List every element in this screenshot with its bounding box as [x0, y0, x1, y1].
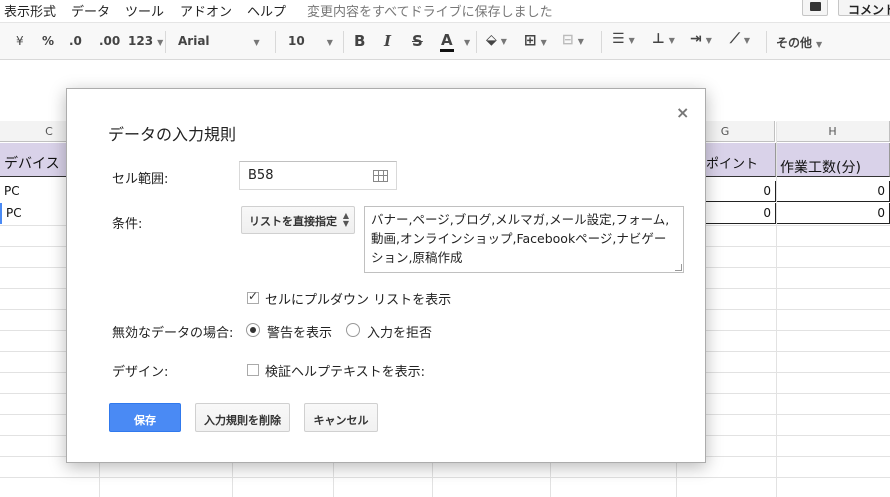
font-size-select[interactable]: 10 ▼ [288, 34, 333, 48]
borders-icon: ⊞ [524, 31, 537, 49]
font-size-value: 10 [288, 34, 305, 48]
menu-addons[interactable]: アドオン [180, 1, 232, 20]
chevron-down-icon: ▼ [464, 38, 471, 47]
criteria-label: 条件: [112, 217, 143, 232]
help-text-label: 検証ヘルプテキストを表示: [265, 365, 425, 380]
more-formats-label: 123 [128, 34, 154, 48]
merge-cells-button[interactable]: ⊟ ▼ [562, 32, 584, 48]
close-icon[interactable]: × [676, 103, 689, 122]
cell-range-label: セル範囲: [112, 172, 169, 187]
select-arrows-icon: ▲ ▼ [342, 211, 349, 228]
more-formats-button[interactable]: 123 ▼ [128, 34, 163, 48]
paint-bucket-icon: ⬙ [486, 32, 497, 48]
show-dropdown-label: セルにプルダウン リストを表示 [265, 293, 452, 308]
criteria-type-value: リストを直接指定 [249, 215, 337, 228]
header-cell-hours[interactable]: 作業工数(分) [776, 143, 890, 177]
resize-handle-icon[interactable] [675, 264, 682, 271]
reject-input-label: 入力を拒否 [367, 326, 433, 341]
chevron-down-icon: ▼ [326, 38, 333, 47]
chat-button[interactable] [802, 0, 828, 16]
rotate-button[interactable]: ⟋ ▼ [730, 31, 750, 47]
toolbar-divider [343, 31, 344, 53]
chevron-down-icon: ▼ [577, 37, 584, 46]
chevron-down-icon: ▼ [540, 38, 547, 47]
toolbar-divider [275, 31, 276, 53]
data-validation-dialog: データの入力規則 × セル範囲: B58 条件: リストを直接指定 ▲ ▼ バナー… [66, 88, 706, 463]
chevron-down-icon: ▼ [668, 36, 675, 45]
percent-format-button[interactable]: % [42, 34, 54, 48]
chevron-down-icon: ▼ [743, 36, 750, 45]
cell-h1[interactable]: 0 [776, 181, 890, 202]
wrap-button[interactable]: ⇥ ▼ [690, 31, 712, 47]
toolbar-divider [601, 31, 602, 53]
text-color-dropdown[interactable]: ▼ [460, 34, 470, 48]
menu-tools[interactable]: ツール [125, 1, 164, 20]
menu-format[interactable]: 表示形式 [4, 1, 56, 20]
menu-bar: 表示形式 データ ツール アドオン ヘルプ 変更内容をすべてドライブに保存しまし… [0, 0, 890, 22]
design-label: デザイン: [112, 365, 169, 380]
align-left-icon: ☰ [612, 31, 625, 47]
text-rotate-icon: ⟋ [730, 31, 740, 47]
chevron-down-icon: ▼ [157, 38, 164, 47]
wrap-text-icon: ⇥ [690, 31, 702, 47]
more-button[interactable]: その他 ▼ [776, 34, 822, 51]
valign-bottom-icon: ⊥ [652, 31, 665, 47]
help-text-checkbox[interactable] [247, 364, 259, 376]
borders-button[interactable]: ⊞ ▼ [524, 31, 547, 49]
toolbar-divider [165, 31, 166, 53]
chevron-down-icon: ▼ [628, 36, 635, 45]
comments-button[interactable]: コメント [838, 0, 890, 16]
decrease-decimal-button[interactable]: .0 [69, 34, 82, 48]
criteria-type-select[interactable]: リストを直接指定 ▲ ▼ [241, 206, 355, 234]
font-family-value: Arial [178, 34, 210, 48]
fill-color-button[interactable]: ⬙ ▼ [486, 32, 507, 48]
criteria-list-value: バナー,ページ,ブログ,メルマガ,メール設定,フォーム,動画,オンラインショップ… [371, 212, 670, 265]
valign-button[interactable]: ⊥ ▼ [652, 31, 675, 47]
toolbar-divider [476, 31, 477, 53]
chat-icon [810, 2, 821, 11]
currency-format-button[interactable]: ¥ [16, 34, 24, 48]
cell-h2[interactable]: 0 [776, 203, 890, 224]
select-range-icon[interactable] [373, 170, 388, 182]
save-button[interactable]: 保存 [109, 403, 181, 432]
radio-show-warning[interactable] [246, 323, 260, 337]
criteria-list-textarea[interactable]: バナー,ページ,ブログ,メルマガ,メール設定,フォーム,動画,オンラインショップ… [364, 206, 684, 273]
font-family-select[interactable]: Arial ▼ [178, 34, 260, 48]
column-header-h[interactable]: H [776, 121, 890, 142]
chevron-down-icon: ▼ [816, 40, 823, 49]
chevron-down-icon: ▼ [500, 37, 507, 46]
invalid-data-label: 無効なデータの場合: [112, 326, 234, 341]
chevron-down-icon: ▼ [253, 38, 260, 47]
grid-line [0, 477, 890, 478]
increase-decimal-button[interactable]: .00 [99, 34, 120, 48]
toolbar-divider [766, 31, 767, 53]
cancel-button[interactable]: キャンセル [304, 403, 378, 432]
dialog-title: データの入力規則 [108, 125, 237, 144]
show-warning-label: 警告を表示 [267, 326, 333, 341]
cell-range-value: B58 [248, 168, 274, 183]
menu-data[interactable]: データ [71, 1, 110, 20]
more-label: その他 [776, 36, 813, 50]
strikethrough-button[interactable]: S [412, 32, 423, 50]
italic-button[interactable]: I [384, 32, 391, 50]
menu-help[interactable]: ヘルプ [247, 1, 286, 20]
text-color-button[interactable]: A [440, 31, 454, 52]
show-dropdown-checkbox[interactable] [247, 289, 259, 304]
toolbar: ¥ % .0 .00 123 ▼ Arial ▼ 10 ▼ B I S A ▼ ⬙ ▼ … [0, 22, 890, 60]
chevron-down-icon: ▼ [705, 36, 712, 45]
merge-icon: ⊟ [562, 32, 574, 48]
align-button[interactable]: ☰ ▼ [612, 31, 635, 47]
delete-rule-button[interactable]: 入力規則を削除 [195, 403, 290, 432]
cell-range-input[interactable]: B58 [239, 161, 397, 190]
radio-reject-input[interactable] [346, 323, 360, 337]
bold-button[interactable]: B [354, 32, 365, 50]
save-status: 変更内容をすべてドライブに保存しました [307, 5, 553, 20]
